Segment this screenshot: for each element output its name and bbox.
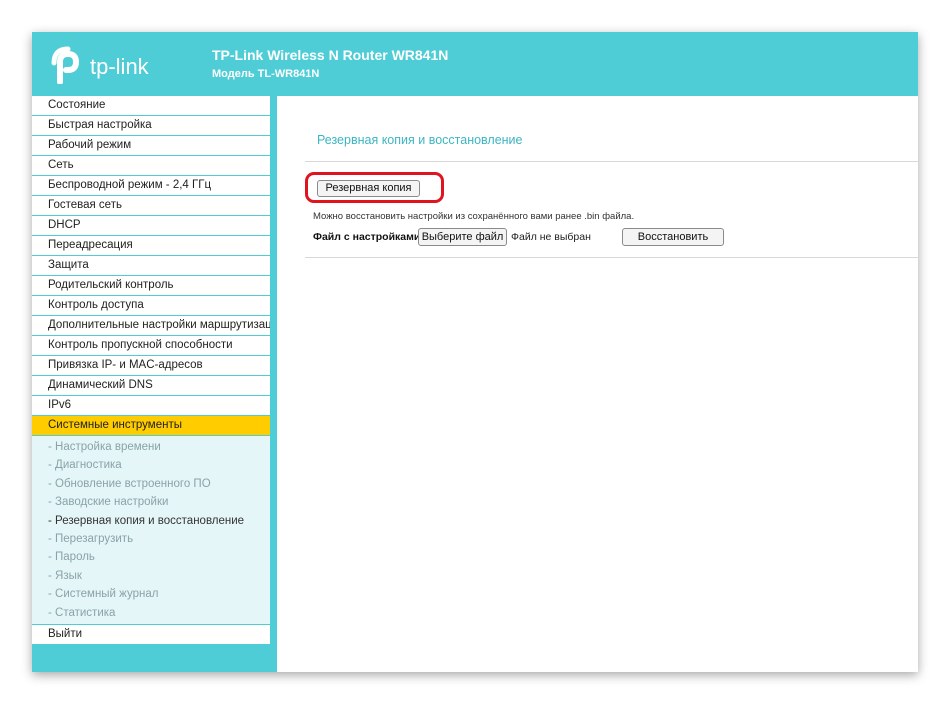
sidebar-item-guest-network[interactable]: Гостевая сеть (32, 196, 270, 215)
submenu-item-time-settings[interactable]: - Настройка времени (32, 438, 270, 456)
submenu-item-password[interactable]: - Пароль (32, 548, 270, 566)
header: tp-link TP-Link Wireless N Router WR841N… (32, 32, 918, 96)
sidebar-item-dynamic-dns[interactable]: Динамический DNS (32, 376, 270, 395)
submenu-item-factory-defaults[interactable]: - Заводские настройки (32, 493, 270, 511)
sidebar-item-dhcp[interactable]: DHCP (32, 216, 270, 235)
sidebar-item-wireless[interactable]: Беспроводной режим - 2,4 ГГц (32, 176, 270, 195)
router-admin-window: tp-link TP-Link Wireless N Router WR841N… (32, 32, 918, 672)
submenu-item-system-log[interactable]: - Системный журнал (32, 585, 270, 603)
router-title: TP-Link Wireless N Router WR841N (212, 47, 449, 63)
sidebar-item-security[interactable]: Защита (32, 256, 270, 275)
sidebar-item-parental-control[interactable]: Родительский контроль (32, 276, 270, 295)
submenu-item-reboot[interactable]: - Перезагрузить (32, 530, 270, 548)
config-file-label: Файл с настройками: (313, 231, 424, 243)
submenu-item-statistics[interactable]: - Статистика (32, 604, 270, 622)
main-content: Резервная копия и восстановление Резервн… (277, 96, 918, 672)
sidebar-item-network[interactable]: Сеть (32, 156, 270, 175)
sidebar-item-operation-mode[interactable]: Рабочий режим (32, 136, 270, 155)
sidebar-item-quick-setup[interactable]: Быстрая настройка (32, 116, 270, 135)
tp-link-logo: tp-link (47, 46, 167, 86)
submenu-item-firmware-upgrade[interactable]: - Обновление встроенного ПО (32, 475, 270, 493)
sidebar-item-access-control[interactable]: Контроль доступа (32, 296, 270, 315)
divider-top (305, 161, 918, 162)
no-file-status: Файл не выбран (511, 231, 591, 243)
logo-text: tp-link (90, 54, 149, 79)
sidebar-item-bandwidth-control[interactable]: Контроль пропускной способности (32, 336, 270, 355)
divider-bottom (305, 257, 918, 258)
sidebar-item-logout[interactable]: Выйти (32, 624, 270, 644)
router-model: Модель TL-WR841N (212, 68, 320, 80)
restore-button[interactable]: Восстановить (622, 228, 724, 246)
title-block: TP-Link Wireless N Router WR841N Модель … (212, 47, 448, 81)
sidebar-item-forwarding[interactable]: Переадресация (32, 236, 270, 255)
restore-hint: Можно восстановить настройки из сохранён… (313, 211, 635, 222)
sidebar-menu: Состояние Быстрая настройка Рабочий режи… (32, 96, 270, 672)
sidebar-item-system-tools[interactable]: Системные инструменты (32, 416, 270, 435)
backup-button-highlight (305, 172, 444, 203)
sidebar-item-advanced-routing[interactable]: Дополнительные настройки маршрутизации (32, 316, 270, 335)
tp-link-logo-icon (51, 46, 80, 84)
submenu-item-language[interactable]: - Язык (32, 567, 270, 585)
sidebar-item-status[interactable]: Состояние (32, 96, 270, 115)
submenu-item-backup-restore[interactable]: - Резервная копия и восстановление (32, 512, 270, 530)
sidebar-item-ipv6[interactable]: IPv6 (32, 396, 270, 415)
page-title: Резервная копия и восстановление (317, 133, 523, 147)
system-tools-submenu: - Настройка времени - Диагностика - Обно… (32, 436, 270, 624)
submenu-item-diagnostics[interactable]: - Диагностика (32, 456, 270, 474)
sidebar-item-ip-mac-binding[interactable]: Привязка IP- и MAC-адресов (32, 356, 270, 375)
choose-file-button[interactable]: Выберите файл (418, 228, 507, 246)
